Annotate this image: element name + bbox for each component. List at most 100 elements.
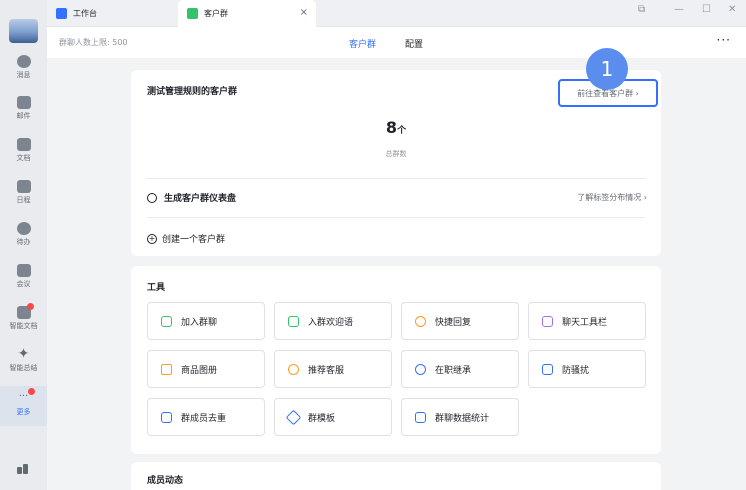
tool-join-group[interactable]: 加入群聊 <box>147 302 265 340</box>
sidebar-item-messages[interactable]: 消息 <box>0 55 47 79</box>
catalog-icon <box>161 363 172 375</box>
workbench-icon <box>56 8 67 19</box>
tool-inherit[interactable]: 在职继承 <box>401 350 519 388</box>
sidebar-item-label: 消息 <box>16 71 31 79</box>
tool-quick-reply[interactable]: 快捷回复 <box>401 302 519 340</box>
tools-card: 工具 加入群聊 入群欢迎语 快捷回复 聊天工具栏 商品图册 推荐客服 在职继承 … <box>131 266 661 454</box>
mail-icon <box>16 96 31 109</box>
tool-label: 加入群聊 <box>181 317 218 328</box>
tool-label: 群模板 <box>308 413 336 424</box>
chat-bubble-icon <box>16 55 31 68</box>
sidebar-item-label: 会议 <box>16 280 31 288</box>
chat-join-icon <box>161 315 172 327</box>
shield-icon <box>542 363 553 375</box>
sidebar-item-mail[interactable]: 邮件 <box>0 96 47 120</box>
tools-title: 工具 <box>147 283 166 293</box>
sidebar-item-label: 邮件 <box>16 112 31 120</box>
tab-customer-group[interactable]: 客户群 × <box>178 0 316 27</box>
tool-label: 快捷回复 <box>435 317 472 328</box>
more-options-icon[interactable]: ··· <box>717 33 731 47</box>
tab-label: 工作台 <box>73 9 97 18</box>
sidebar-item-label: 智能总结 <box>9 364 38 372</box>
document-icon <box>16 138 31 151</box>
step-badge: 1 <box>586 48 628 90</box>
tool-label: 聊天工具栏 <box>562 317 608 328</box>
tool-label: 防骚扰 <box>562 365 590 376</box>
avatar[interactable] <box>9 19 38 43</box>
service-icon <box>288 363 299 375</box>
divider <box>147 178 645 179</box>
inherit-icon <box>415 363 426 375</box>
sidebar-item-meeting[interactable]: 会议 <box>0 264 47 288</box>
tool-product-catalog[interactable]: 商品图册 <box>147 350 265 388</box>
tool-recommend-service[interactable]: 推荐客服 <box>274 350 392 388</box>
toolbar-icon <box>542 315 553 327</box>
maximize-icon[interactable]: ☐ <box>702 4 711 15</box>
close-icon[interactable]: × <box>300 7 308 18</box>
card-title: 测试管理规则的客户群 <box>147 87 238 97</box>
tool-chat-toolbar[interactable]: 聊天工具栏 <box>528 302 646 340</box>
group-count-unit: 个 <box>397 126 407 136</box>
notification-dot <box>26 303 34 310</box>
check-circle-icon <box>16 222 31 235</box>
customer-group-icon <box>187 8 198 19</box>
group-count-label: 总群数 <box>385 150 407 158</box>
tool-group-template[interactable]: 群模板 <box>274 398 392 436</box>
tool-label: 商品图册 <box>181 365 218 376</box>
sidebar-item-calendar[interactable]: 日程 <box>0 180 47 204</box>
tool-anti-harassment[interactable]: 防骚扰 <box>528 350 646 388</box>
member-activity-card: 成员动态 <box>131 462 661 490</box>
sidebar-item-more[interactable]: ··· 更多 <box>0 386 47 426</box>
app-logo-icon[interactable] <box>17 462 30 474</box>
tab-bar: 工作台 客户群 × ⧉ — ☐ ✕ <box>47 0 746 27</box>
template-icon <box>285 409 302 425</box>
tool-label: 推荐客服 <box>308 365 345 376</box>
tool-label: 群聊数据统计 <box>435 413 490 424</box>
quick-reply-icon <box>415 315 426 327</box>
tool-group-stats[interactable]: 群聊数据统计 <box>401 398 519 436</box>
sidebar-item-label: 日程 <box>16 196 31 204</box>
group-count-value: 8 <box>385 118 398 137</box>
tab-customer-groups[interactable]: 客户群 <box>349 37 376 50</box>
clock-icon <box>147 192 157 203</box>
divider <box>147 217 645 218</box>
meeting-icon <box>16 264 31 277</box>
stats-icon <box>415 411 426 423</box>
notification-dot <box>27 388 35 395</box>
sidebar-item-smart-summary[interactable]: ✦ 智能总结 <box>0 346 47 372</box>
smart-doc-icon <box>16 303 34 319</box>
tool-member-dedupe[interactable]: 群成员去重 <box>147 398 265 436</box>
tool-welcome-message[interactable]: 入群欢迎语 <box>274 302 392 340</box>
dashboard-label: 生成客户群仪表盘 <box>164 194 237 204</box>
left-sidebar: 消息 邮件 文档 日程 待办 会议 智能文档 ✦ 智能总结 ··· 更多 <box>0 0 47 490</box>
sidebar-item-label: 更多 <box>16 408 31 416</box>
create-group-button[interactable]: + 创建一个客户群 <box>147 232 225 245</box>
sidebar-item-label: 文档 <box>16 154 31 162</box>
welcome-icon <box>288 315 299 327</box>
tool-label: 群成员去重 <box>181 413 227 424</box>
main-content: 测试管理规则的客户群 前往查看客户群 › 1 8个 总群数 生成客户群仪表盘 了… <box>47 48 746 490</box>
sidebar-item-smart-doc[interactable]: 智能文档 <box>0 303 47 330</box>
member-limit-text: 群聊人数上限: 500 <box>59 38 128 47</box>
customer-group-card: 测试管理规则的客户群 前往查看客户群 › 1 8个 总群数 生成客户群仪表盘 了… <box>131 48 661 256</box>
minimize-icon[interactable]: — <box>674 4 684 15</box>
group-count: 8个 <box>131 118 661 137</box>
more-icon: ··· <box>17 388 35 405</box>
sidebar-item-todo[interactable]: 待办 <box>0 222 47 246</box>
tool-label: 在职继承 <box>435 365 472 376</box>
learn-tag-distribution-link[interactable]: 了解标签分布情况 › <box>577 192 647 203</box>
member-activity-title: 成员动态 <box>147 476 184 486</box>
sidebar-item-docs[interactable]: 文档 <box>0 138 47 162</box>
window-close-icon[interactable]: ✕ <box>728 4 736 15</box>
dedupe-icon <box>161 411 172 423</box>
tab-config[interactable]: 配置 <box>405 37 423 50</box>
tool-label: 入群欢迎语 <box>308 317 354 328</box>
create-group-label: 创建一个客户群 <box>162 235 226 245</box>
tab-workbench[interactable]: 工作台 <box>53 0 173 27</box>
pin-window-icon[interactable]: ⧉ <box>638 4 645 15</box>
sparkle-icon: ✦ <box>17 346 30 362</box>
sidebar-item-label: 待办 <box>16 238 31 246</box>
generate-dashboard-button[interactable]: 生成客户群仪表盘 <box>147 191 236 204</box>
sidebar-item-label: 智能文档 <box>9 322 38 330</box>
page-header: 群聊人数上限: 500 客户群 配置 ··· <box>47 27 746 58</box>
